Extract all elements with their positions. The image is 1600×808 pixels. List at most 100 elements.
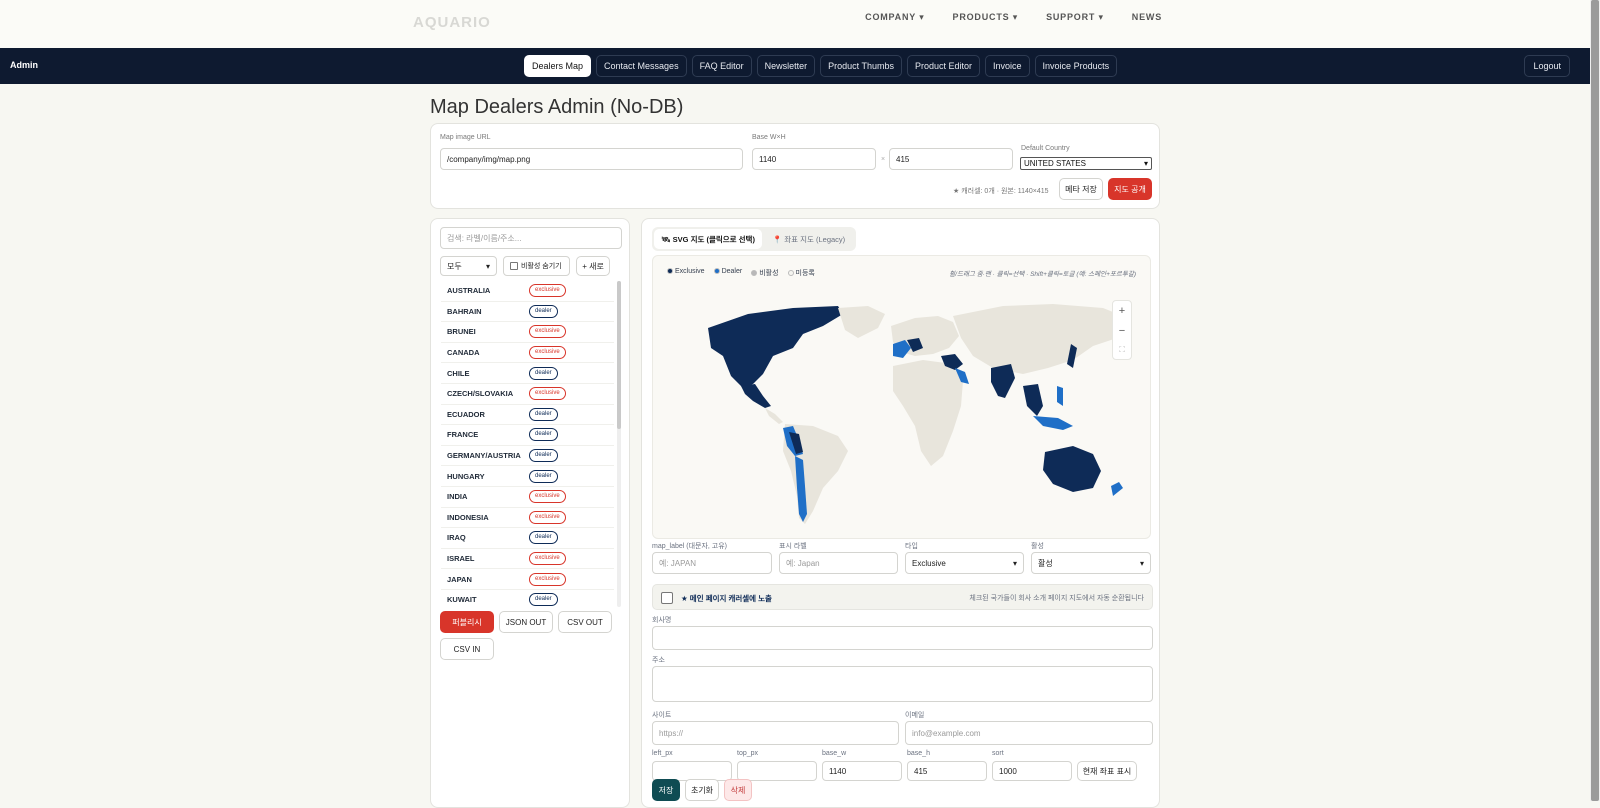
dealer-row[interactable]: BRUNEI exclusive [441,322,614,343]
sort-input[interactable]: 1000 [992,761,1072,781]
map-label-input[interactable]: 예: JAPAN [652,552,772,574]
base-h-field[interactable]: 415 [907,761,987,781]
country-canada-usa[interactable] [708,306,843,388]
default-country-select[interactable]: UNITED STATES ▾ [1020,157,1152,170]
africa-land [893,360,963,466]
dealer-name: INDIA [447,492,468,502]
show-coords-button[interactable]: 현재 좌표 표시 [1077,761,1137,781]
address-label: 주소 [652,657,665,664]
save-meta-button[interactable]: 메타 저장 [1059,178,1103,200]
save-button[interactable]: 저장 [652,779,680,801]
active-select[interactable]: 활성 ▾ [1031,552,1151,574]
country-india[interactable] [991,364,1015,398]
tab-svg-map[interactable]: 🛰 SVG 지도 (클릭으로 선택) [654,229,762,249]
dealer-row[interactable]: FRANCE dealer [441,425,614,446]
list-scrollbar[interactable] [617,281,621,607]
zoom-in-button[interactable]: + [1119,305,1125,317]
country-mexico[interactable] [741,384,771,408]
dealer-type-badge: dealer [529,304,558,318]
base-size-label: Base W×H [752,134,786,141]
delete-button[interactable]: 삭제 [724,779,752,801]
world-map[interactable]: Exclusive Dealer 비활성 미등록 휠/드래그 줌·팬 · 클릭=선택 … [652,255,1151,539]
country-indonesia[interactable] [1033,416,1073,430]
dealer-row[interactable]: GERMANY/AUSTRIA dealer [441,446,614,467]
reset-button[interactable]: 초기화 [685,779,719,801]
dealer-row[interactable]: HUNGARY dealer [441,466,614,487]
dealer-name: JAPAN [447,574,472,584]
csv-in-button[interactable]: CSV IN [440,638,494,660]
country-southeast-asia[interactable] [1023,384,1043,416]
tab-newsletter[interactable]: Newsletter [756,55,816,77]
dealer-row[interactable]: IRAQ dealer [441,528,614,549]
hide-inactive-label: 비활성 숨기기 [521,263,562,270]
dealer-name: BRUNEI [447,327,476,337]
country-australia[interactable] [1043,446,1101,492]
new-dealer-button[interactable]: + 새로 [576,256,610,276]
tab-invoice[interactable]: Invoice [985,55,1030,77]
logout-button[interactable]: Logout [1524,55,1570,77]
tab-legacy-map[interactable]: 📍 좌표 지도 (Legacy) [764,229,854,249]
dealer-row[interactable]: CHILE dealer [441,363,614,384]
list-scrollbar-thumb[interactable] [617,281,621,429]
carousel-note: 체크된 국가들이 회사 소개 페이지 지도에서 자동 순환됩니다 [969,595,1144,602]
left-px-input[interactable] [652,761,732,781]
dealer-search-input[interactable]: 검색: 라벨/이름/주소... [440,227,622,249]
company-label: 회사명 [652,617,672,624]
nav-company[interactable]: COMPANY ▾ [865,12,924,23]
dealer-row[interactable]: BAHRAIN dealer [441,302,614,323]
nav-news[interactable]: NEWS [1132,12,1162,23]
page-scrollbar-thumb[interactable] [1591,0,1599,801]
carousel-checkbox[interactable] [661,592,673,604]
default-country-value: UNITED STATES [1024,159,1086,168]
type-select[interactable]: Exclusive ▾ [905,552,1024,574]
hide-inactive-toggle[interactable]: 비활성 숨기기 [503,256,570,276]
address-textarea[interactable] [652,666,1153,702]
asia-land [953,304,1128,374]
base-w-field[interactable]: 1140 [822,761,902,781]
nav-support[interactable]: SUPPORT ▾ [1046,12,1104,23]
publish-button[interactable]: 퍼블리시 [440,611,494,633]
dealer-row[interactable]: KUWAIT dealer [441,590,614,607]
top-px-input[interactable] [737,761,817,781]
country-philippines[interactable] [1057,386,1063,406]
csv-out-button[interactable]: CSV OUT [558,611,612,633]
dealer-name: AUSTRALIA [447,286,491,296]
dealer-row[interactable]: JAPAN exclusive [441,569,614,590]
dealer-row[interactable]: ECUADOR dealer [441,405,614,426]
default-country-label: Default Country [1021,145,1070,152]
fullscreen-icon[interactable]: ⛶ [1119,345,1125,355]
dealer-row[interactable]: CZECH/SLOVAKIA exclusive [441,384,614,405]
tab-invoice-products[interactable]: Invoice Products [1034,55,1118,77]
filter-select[interactable]: 모두 ▾ [440,256,497,276]
dealer-row[interactable]: INDIA exclusive [441,487,614,508]
dealer-row[interactable]: INDONESIA exclusive [441,508,614,529]
dealer-row[interactable]: CANADA exclusive [441,343,614,364]
site-logo[interactable]: AQUARIO [413,14,491,31]
dealer-row[interactable]: ISRAEL exclusive [441,549,614,570]
tab-contact-messages[interactable]: Contact Messages [596,55,687,77]
tab-dealers-map[interactable]: Dealers Map [524,55,592,77]
base-h-input[interactable]: 415 [889,148,1013,170]
tab-faq-editor[interactable]: FAQ Editor [691,55,752,77]
company-input[interactable] [652,626,1153,650]
page-scrollbar[interactable] [1590,0,1600,801]
dealer-row[interactable]: AUSTRALIA exclusive [441,281,614,302]
checkbox-icon[interactable] [510,262,518,270]
publish-map-button[interactable]: 지도 공개 [1108,178,1152,200]
world-map-svg[interactable] [653,256,1151,539]
tab-product-editor[interactable]: Product Editor [906,55,981,77]
nav-products[interactable]: PRODUCTS ▾ [953,12,1019,23]
map-url-input[interactable]: /company/img/map.png [440,148,743,170]
site-input[interactable]: https:// [652,721,899,745]
tab-product-thumbs[interactable]: Product Thumbs [820,55,902,77]
display-label-input[interactable]: 예: Japan [779,552,898,574]
chevron-down-icon: ▾ [1139,558,1144,568]
zoom-out-button[interactable]: − [1119,325,1125,337]
top-px-label: top_px [737,750,759,757]
email-input[interactable]: info@example.com [905,721,1153,745]
json-out-button[interactable]: JSON OUT [499,611,553,633]
carousel-label: ★ 메인 페이지 캐러셀에 노출 [681,594,772,603]
base-w-input[interactable]: 1140 [752,148,876,170]
country-new-zealand[interactable] [1111,482,1123,496]
base-w-field-label: base_w [822,750,847,757]
